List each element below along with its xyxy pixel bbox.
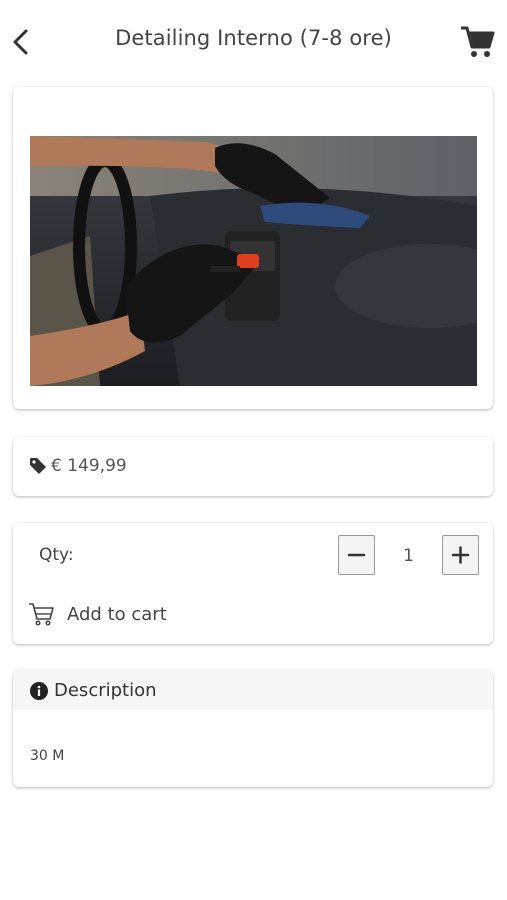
description-card: Description 30 M — [13, 670, 493, 787]
chevron-left-icon — [13, 29, 28, 55]
add-to-cart-button[interactable]: Add to cart — [27, 600, 167, 628]
price-card: € 149,99 — [13, 437, 493, 496]
qty-label: Qty: — [39, 545, 74, 565]
minus-icon — [347, 553, 366, 557]
quantity-value[interactable]: 1 — [375, 546, 442, 566]
price-tag-icon — [30, 458, 46, 474]
decrement-button[interactable] — [338, 535, 375, 575]
description-title: Description — [54, 680, 157, 701]
price-row: € 149,99 — [29, 456, 127, 476]
add-to-cart-label: Add to cart — [67, 603, 167, 625]
cart-outline-icon — [29, 603, 54, 626]
quantity-card: Qty: 1 Add to cart — [13, 523, 493, 644]
page-title: Detailing Interno (7-8 ore) — [115, 26, 392, 50]
product-image — [30, 136, 477, 386]
cart-button[interactable] — [458, 24, 496, 60]
info-icon — [30, 682, 48, 700]
product-image-card — [13, 87, 493, 409]
shopping-cart-icon — [461, 26, 495, 57]
description-text: 30 M — [30, 748, 65, 764]
plus-icon — [451, 546, 470, 564]
increment-button[interactable] — [442, 535, 479, 575]
back-button[interactable] — [8, 24, 36, 60]
description-header: Description — [13, 670, 493, 710]
price-value: € 149,99 — [51, 456, 127, 476]
app-header: Detailing Interno (7-8 ore) — [0, 0, 507, 84]
